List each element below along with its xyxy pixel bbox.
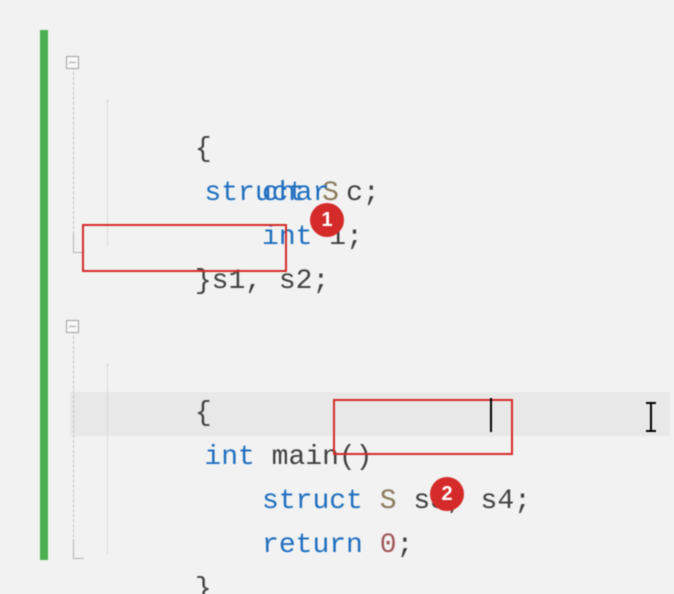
fold-toggle-icon[interactable]: [66, 320, 79, 333]
code-line[interactable]: {: [70, 348, 674, 392]
text-caret: [490, 398, 492, 432]
change-marker-bar: [40, 30, 48, 560]
code-line[interactable]: int i;: [70, 172, 674, 216]
code-line[interactable]: return 0;: [70, 480, 674, 524]
code-line[interactable]: int main(): [70, 304, 674, 348]
code-line[interactable]: }: [70, 524, 674, 568]
code-line[interactable]: [70, 260, 674, 304]
code-line-current[interactable]: struct S s3, s4;: [70, 392, 674, 436]
brace: }: [195, 574, 212, 594]
code-editor[interactable]: struct S { char c; int i; }s1, s2; int m…: [0, 0, 674, 594]
code-line[interactable]: {: [70, 84, 674, 128]
code-line[interactable]: struct S: [70, 40, 674, 84]
code-line[interactable]: char c;: [70, 128, 674, 172]
code-area[interactable]: struct S { char c; int i; }s1, s2; int m…: [70, 40, 674, 568]
fold-toggle-icon[interactable]: [66, 56, 79, 69]
mouse-cursor-ibeam-icon: [650, 404, 652, 430]
current-line-highlight: [70, 392, 670, 436]
code-line[interactable]: }s1, s2;: [70, 216, 674, 260]
code-line[interactable]: [70, 436, 674, 480]
